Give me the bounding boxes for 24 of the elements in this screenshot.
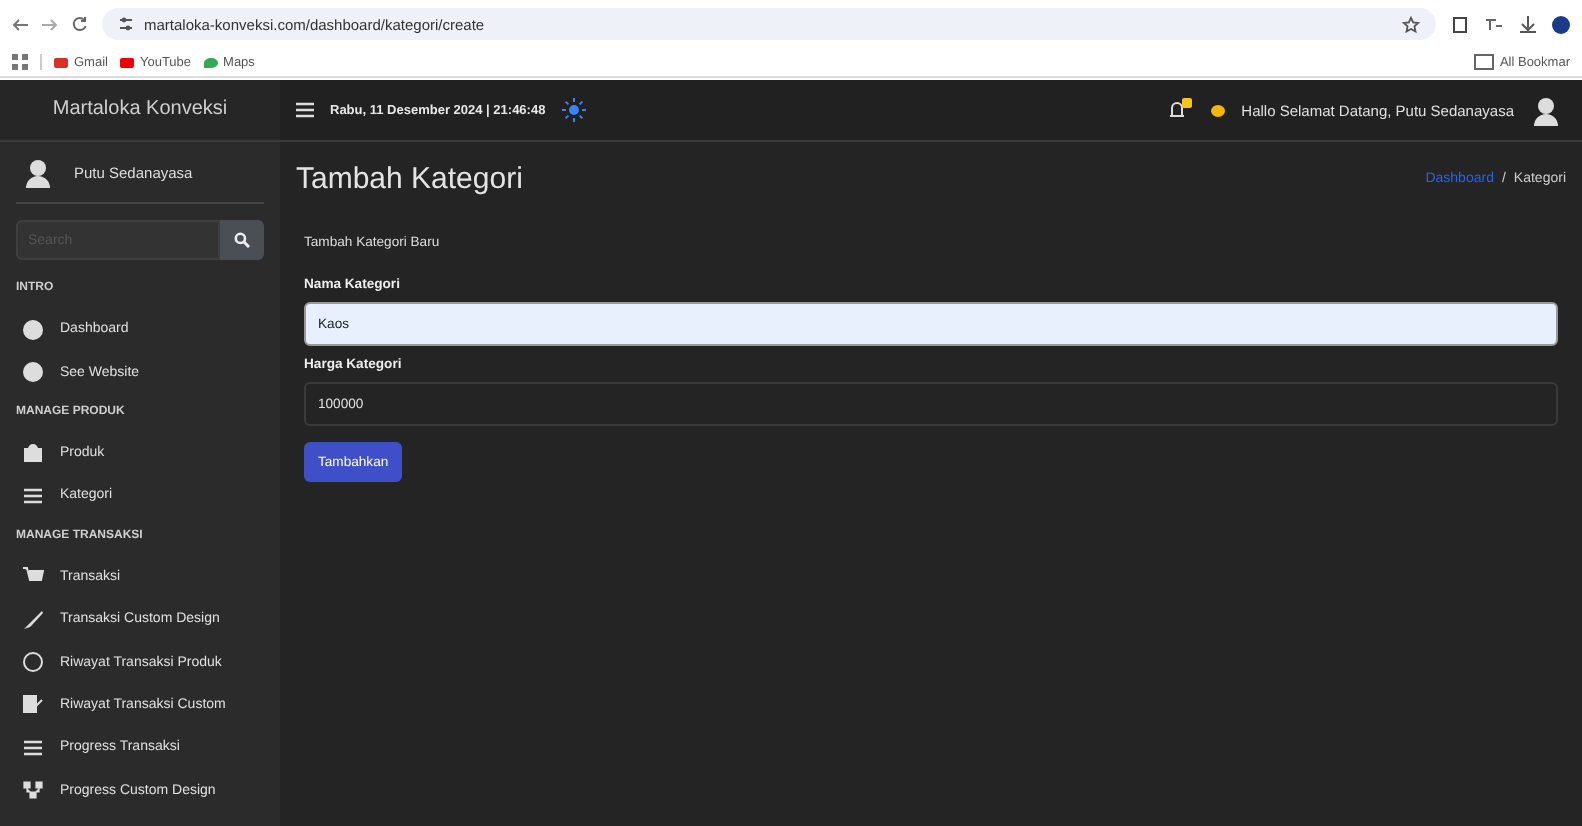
cart-icon <box>22 566 44 587</box>
doc-icon <box>22 694 44 715</box>
search-icon <box>234 232 250 248</box>
bars-icon <box>22 485 44 506</box>
brush-icon <box>22 609 44 630</box>
menu-icon[interactable] <box>296 102 314 118</box>
flow-icon <box>22 780 44 801</box>
bookmark-star-icon[interactable] <box>1402 15 1420 33</box>
page-title: Tambah Kategori <box>296 162 523 196</box>
apps-grid-icon[interactable] <box>12 54 28 70</box>
sun-icon[interactable] <box>561 98 586 122</box>
reload-icon[interactable] <box>72 16 88 32</box>
user-avatar-icon <box>22 156 54 188</box>
notification-bell-icon[interactable] <box>1165 98 1194 122</box>
download-icon[interactable] <box>1518 14 1538 34</box>
profile-avatar-icon[interactable] <box>1552 15 1570 33</box>
bag-icon <box>22 442 44 463</box>
extensions-icon[interactable] <box>1450 14 1470 34</box>
search-button[interactable] <box>220 220 264 260</box>
back-icon[interactable] <box>12 17 28 31</box>
site-settings-icon[interactable] <box>118 16 134 32</box>
list-icon <box>22 737 44 758</box>
avatar-icon[interactable] <box>1530 94 1562 126</box>
brand-name: Martaloka Konveksi <box>0 80 280 140</box>
